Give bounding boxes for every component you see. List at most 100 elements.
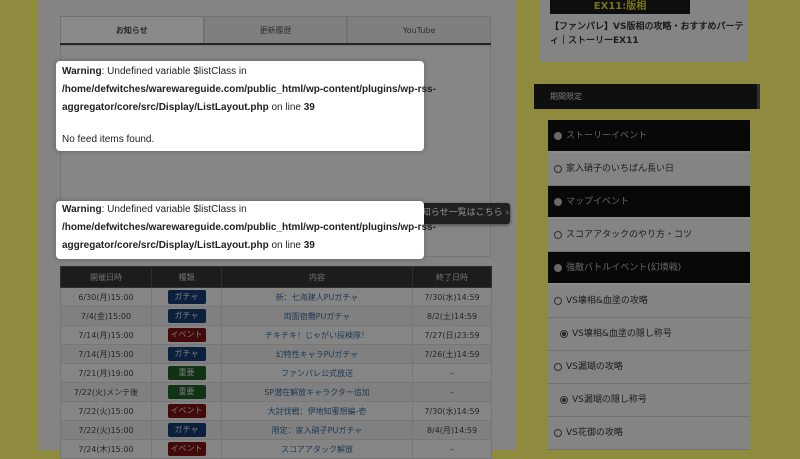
type-badge: ガチャ [167, 423, 206, 437]
tab-news[interactable]: お知らせ [60, 16, 204, 43]
end-date: 7/30(水)14:59 [412, 287, 492, 307]
start-date: 7/14(月)15:00 [60, 325, 152, 345]
type-badge: イベント [167, 442, 206, 456]
header-type: 種類 [151, 266, 222, 288]
sidebar-item[interactable]: 強敵バトルイベント(幻境戦) [548, 252, 750, 285]
sidebar: EX11:版相 【ファンパレ】VS版相の攻略・おすすめパーティ｜ストーリーEX1… [534, 0, 760, 450]
table-row: 6/30(月)15:00 ガチャ 新：七海建人PUガチャ 7/30(水)14:59 [60, 287, 492, 307]
event-link[interactable]: スコアアタック解放 [281, 445, 353, 454]
type-cell: イベント [151, 401, 222, 421]
warning-message: : Undefined variable $listClass in [101, 204, 247, 215]
tab-update-history[interactable]: 更新履歴 [203, 16, 348, 43]
sidebar-menu: ストーリーイベント家入硝子のいちばん長い日 マップイベントスコアアタックのやり方・… [548, 120, 750, 450]
sidebar-item-label: スコアアタックのやり方・コツ [566, 230, 693, 240]
table-row: 7/22(火)15:00 イベント 大討伐戦：伊地知蜜想編-壱 7/30(水)14:5… [60, 401, 492, 421]
event-link[interactable]: 幻特性キャラPUガチャ [276, 350, 359, 359]
circle-bullet-icon [554, 197, 562, 206]
warning-path-line: /home/defwitches/warewareguide.com/publi… [62, 222, 436, 233]
event-schedule-table: 開催日時 種類 内容 終了日時 6/30(月)15:00 ガチャ 新：七海建人PUガ… [60, 266, 492, 459]
article-title-link[interactable]: 【ファンパレ】VS版相の攻略・おすすめパーティ｜ストーリーEX11 [550, 20, 746, 48]
end-date: 8/4(月)14:59 [412, 420, 492, 440]
event-link[interactable]: 新：七海建人PUガチャ [276, 293, 359, 302]
circle-bullet-icon [554, 164, 562, 173]
sidebar-item-label: 強敵バトルイベント(幻境戦) [566, 263, 682, 273]
warning-path-line-2: aggregator/core/src/Display/ListLayout.p… [62, 102, 315, 113]
event-link[interactable]: 両面宿儺PUガチャ [284, 312, 351, 321]
type-cell: ガチャ [151, 287, 222, 307]
end-date: 7/27(日)23:59 [412, 325, 492, 345]
table-row: 7/14(月)15:00 ガチャ 幻特性キャラPUガチャ 7/26(土)14:59 [60, 344, 492, 364]
event-link[interactable]: SP潜在解放キャラクター追加 [264, 388, 370, 397]
related-article-card[interactable]: EX11:版相 【ファンパレ】VS版相の攻略・おすすめパーティ｜ストーリーEX1… [540, 0, 748, 62]
circle-bullet-icon [554, 428, 562, 437]
start-date: 7/22(火)15:00 [60, 401, 152, 421]
sidebar-item-label: VS花御の攻略 [566, 428, 623, 438]
table-row: 7/24(木)15:00 イベント スコアアタック解放 – [60, 439, 492, 459]
circle-bullet-icon [554, 230, 562, 239]
warning-online: on line [268, 240, 304, 251]
sidebar-item[interactable]: VS壊相&血塗の攻略 [548, 285, 750, 318]
sidebar-item[interactable]: VS壊相&血塗の隠し称号 [548, 318, 750, 351]
circle-bullet-icon [554, 362, 562, 371]
news-list-button[interactable]: お知らせ一覧はこちら › [412, 203, 510, 224]
content-cell: SP潜在解放キャラクター追加 [221, 382, 413, 402]
warning-path-line-2: aggregator/core/src/Display/ListLayout.p… [62, 240, 315, 251]
warning-path: /home/defwitches/warewareguide.com/publi… [62, 222, 436, 233]
content-cell: 新：七海建人PUガチャ [221, 287, 413, 307]
end-date: 7/30(水)14:59 [412, 401, 492, 421]
type-cell: イベント [151, 325, 222, 345]
end-date: – [412, 382, 492, 402]
sidebar-item[interactable]: VS花御の攻略 [548, 417, 750, 450]
table-header-row: 開催日時 種類 内容 終了日時 [60, 266, 492, 288]
warning-path-line: /home/defwitches/warewareguide.com/publi… [62, 84, 436, 95]
type-badge: イベント [167, 404, 206, 418]
content-cell: 大討伐戦：伊地知蜜想編-壱 [221, 401, 413, 421]
no-feed-text: No feed items found. [62, 134, 155, 145]
table-row: 7/21(月)19:00 重要 ファンパレ公式放送 – [60, 363, 492, 383]
type-cell: イベント [151, 439, 222, 459]
circle-bullet-icon [554, 131, 562, 140]
table-row: 7/22(火)メンテ後 重要 SP潜在解放キャラクター追加 – [60, 382, 492, 402]
news-tabs: お知らせ 更新履歴 YouTube [60, 16, 492, 43]
sidebar-item-label: VS漏瑚の攻略 [566, 362, 623, 372]
warning-line: Warning: Undefined variable $listClass i… [62, 204, 247, 215]
radio-dot-icon [560, 329, 568, 338]
circle-bullet-icon [554, 263, 562, 272]
header-start: 開催日時 [60, 266, 152, 288]
sidebar-item[interactable]: スコアアタックのやり方・コツ [548, 219, 750, 252]
event-link[interactable]: ファンパレ公式放送 [281, 369, 353, 378]
sidebar-item-label: VS壊相&血塗の攻略 [566, 296, 648, 306]
type-cell: 重要 [151, 363, 222, 383]
sidebar-item-label: VS壊相&血塗の隠し称号 [572, 329, 672, 339]
radio-dot-icon [560, 395, 568, 404]
circle-bullet-icon [554, 296, 562, 305]
content-cell: 限定：家入硝子PUガチャ [221, 420, 413, 440]
sidebar-item[interactable]: 家入硝子のいちばん長い日 [548, 153, 750, 186]
table-row: 7/14(月)15:00 イベント チキチキ！じゃがい探検隊！ 7/27(日)23:5… [60, 325, 492, 345]
php-warning-1: Warning: Undefined variable $listClass i… [56, 61, 436, 151]
start-date: 7/22(火)メンテ後 [60, 382, 152, 402]
event-link[interactable]: 大討伐戦：伊地知蜜想編-壱 [268, 407, 367, 416]
content-cell: 両面宿儺PUガチャ [221, 306, 413, 326]
sidebar-item[interactable]: VS漏瑚の攻略 [548, 351, 750, 384]
sidebar-item[interactable]: マップイベント [548, 186, 750, 219]
warning-line: Warning: Undefined variable $listClass i… [62, 66, 247, 77]
tab-youtube[interactable]: YouTube [347, 16, 492, 43]
start-date: 7/14(月)15:00 [60, 344, 152, 364]
type-cell: 重要 [151, 382, 222, 402]
warning-message: : Undefined variable $listClass in [101, 66, 247, 77]
event-link[interactable]: 限定：家入硝子PUガチャ [272, 426, 363, 435]
sidebar-item[interactable]: VS漏瑚の隠し称号 [548, 384, 750, 417]
sidebar-item-label: ストーリーイベント [566, 131, 648, 141]
header-end: 終了日時 [412, 266, 492, 288]
sidebar-item[interactable]: ストーリーイベント [548, 120, 750, 153]
start-date: 6/30(月)15:00 [60, 287, 152, 307]
warning-line-number: 39 [303, 102, 315, 113]
event-link[interactable]: チキチキ！じゃがい探検隊！ [265, 331, 369, 340]
php-warning-2: Warning: Undefined variable $listClass i… [56, 201, 436, 259]
start-date: 7/22(火)15:00 [60, 420, 152, 440]
type-cell: ガチャ [151, 306, 222, 326]
content-cell: スコアアタック解放 [221, 439, 413, 459]
article-banner[interactable]: EX11:版相 [550, 0, 690, 14]
warning-label: Warning [62, 66, 102, 77]
